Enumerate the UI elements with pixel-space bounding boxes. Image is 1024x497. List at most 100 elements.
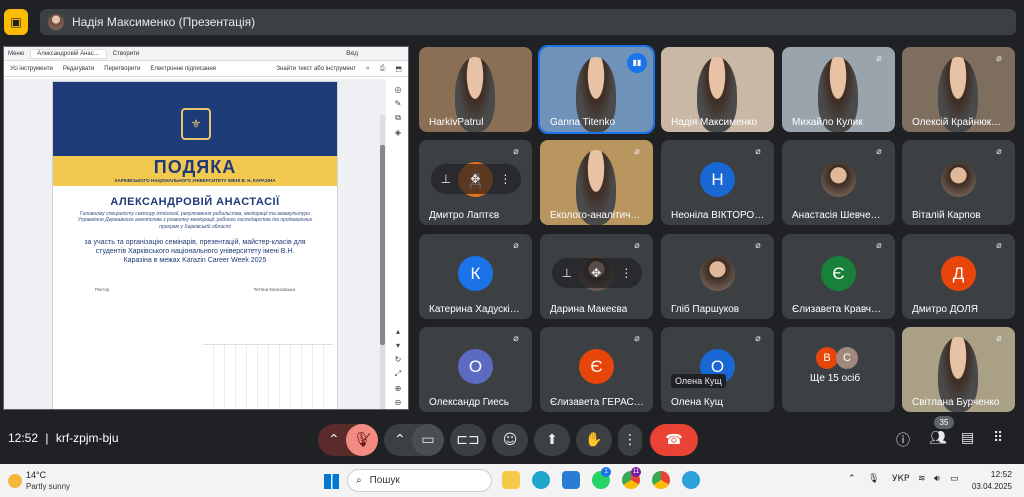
participant-tile[interactable]: ⌀ Анастасія Шевче… xyxy=(782,140,895,225)
presenting-icon[interactable]: ▣ xyxy=(4,9,28,35)
taskbar-date[interactable]: 03.04.2025 xyxy=(962,482,1012,491)
weather-icon[interactable] xyxy=(8,474,22,488)
pdf-tool-all[interactable]: Усі інструменти xyxy=(10,66,53,72)
participant-name: Гліб Паршуков xyxy=(671,304,740,315)
chrome-active-icon[interactable] xyxy=(652,471,670,489)
chat-icon[interactable]: ▤ xyxy=(961,430,974,446)
participant-tile[interactable]: Н ⌀ Неоніла ВІКТОРО… xyxy=(661,140,774,225)
edge-icon[interactable] xyxy=(532,471,550,489)
participant-name: Олександр Гиесь xyxy=(429,397,510,408)
participant-avatar: Є xyxy=(579,349,614,384)
rail-ai-icon[interactable]: ◎ xyxy=(395,85,402,94)
mic-muted-button[interactable]: 🎙︎̸ xyxy=(346,424,378,456)
zoom-out-icon[interactable]: ⊖ xyxy=(395,398,402,407)
participant-tile[interactable]: ⌀ Олексій Крайнюк… xyxy=(902,47,1015,132)
unpin-icon[interactable]: ✥ xyxy=(470,172,480,186)
participant-tile[interactable]: ▮▮ Ganna Titenko xyxy=(538,45,655,134)
raise-hand-button[interactable]: ✋ xyxy=(576,424,612,456)
participant-tile[interactable]: ⌀ Еколого-аналітич… xyxy=(540,140,653,225)
microphone-tray-icon[interactable]: 🎙︎ xyxy=(868,474,879,484)
telegram-icon[interactable] xyxy=(682,471,700,489)
present-screen-button[interactable]: ⬆ xyxy=(534,424,570,456)
info-icon[interactable]: ⓘ xyxy=(896,430,910,450)
tray-chevron-icon[interactable]: ⌃ xyxy=(848,474,856,484)
participant-tile[interactable]: В С Ще 15 осіб xyxy=(782,327,895,412)
keyboard-language[interactable]: УКР xyxy=(892,474,909,484)
save-icon[interactable]: ⬒ xyxy=(395,65,402,73)
participant-tile[interactable]: О ⌀ Олександр Гиесь xyxy=(419,327,532,412)
print-icon[interactable]: ⎙ xyxy=(380,64,386,73)
pdf-tool-convert[interactable]: Перетворити xyxy=(104,66,140,72)
wifi-icon[interactable]: ≋ xyxy=(918,474,926,484)
participant-tile[interactable]: HarkivPatrul xyxy=(419,47,532,132)
windows-start-icon[interactable] xyxy=(324,474,339,489)
rail-rotate-icon[interactable]: ↻ xyxy=(395,355,402,364)
rail-layers-icon[interactable]: ◈ xyxy=(395,128,401,137)
participant-tile[interactable]: К ⌀ Катерина Хадускі… xyxy=(419,234,532,319)
file-explorer-icon[interactable] xyxy=(502,471,520,489)
participant-tile[interactable]: ⌀ Михайло Кулик xyxy=(782,47,895,132)
pdf-tab[interactable]: Александровій Анас… xyxy=(30,48,107,59)
pdf-scrollbar[interactable] xyxy=(380,115,385,409)
rail-fit-icon[interactable]: ⤢ xyxy=(395,369,401,379)
more-options-button[interactable]: ⋮ xyxy=(618,424,642,456)
weather-temperature[interactable]: 14°C xyxy=(26,470,46,480)
emoji-button[interactable]: ☺ xyxy=(492,424,528,456)
participant-tile[interactable]: Є ⌀ Єлизавета ГЕРАС… xyxy=(540,327,653,412)
participant-name: Катерина Хадускі… xyxy=(429,304,520,315)
rail-pages-icon[interactable]: ⧉ xyxy=(395,113,401,123)
participant-tile[interactable]: Д ⌀ Дмитро ДОЛЯ xyxy=(902,234,1015,319)
pdf-scroll-thumb[interactable] xyxy=(380,145,385,345)
pdf-tool-edit[interactable]: Редагувати xyxy=(63,66,94,72)
presentation-banner[interactable]: Надія Максименко (Презентація) xyxy=(40,9,1016,35)
pdf-new-tab[interactable]: Створити xyxy=(113,51,139,57)
store-icon[interactable] xyxy=(562,471,580,489)
rail-page-up-icon[interactable]: ▴ xyxy=(396,327,400,336)
rail-page-down-icon[interactable]: ▾ xyxy=(396,341,400,350)
mic-off-icon: ⌀ xyxy=(996,241,1002,251)
camera-icon[interactable]: ▭ xyxy=(412,424,444,456)
shared-screen: Меню Александровій Анас… Створити Вхід У… xyxy=(3,46,409,410)
participant-avatar: К xyxy=(458,256,493,291)
pdf-search[interactable]: Знайти текст або інструмент xyxy=(276,66,355,72)
participant-name: Михайло Кулик xyxy=(792,117,863,128)
participant-tile[interactable]: Д⊥✥⋮⌀Дмитро Лаптєв xyxy=(419,140,532,225)
participant-name: Олена Кущ xyxy=(671,397,723,408)
participant-tile[interactable]: ⊥ ✥ ⋮ ⌀ Дарина Макеєва xyxy=(540,234,653,319)
pdf-menu[interactable]: Меню xyxy=(8,51,24,57)
mic-off-icon: ⌀ xyxy=(634,147,640,157)
participant-tile[interactable]: Надія Максименко xyxy=(661,47,774,132)
battery-icon[interactable]: ▭ xyxy=(950,474,959,484)
unpin-icon[interactable]: ✥ xyxy=(591,266,601,280)
pdf-signin[interactable]: Вхід xyxy=(346,51,358,57)
captions-button[interactable]: ⊏⊐ xyxy=(450,424,486,456)
search-icon[interactable]: ⌕ xyxy=(366,64,370,73)
participant-tile[interactable]: ⌀ Гліб Паршуков xyxy=(661,234,774,319)
weather-description[interactable]: Partly sunny xyxy=(26,482,70,491)
rail-comment-icon[interactable]: ✎ xyxy=(395,99,402,108)
mic-off-icon: ⌀ xyxy=(513,147,519,157)
participant-tile[interactable]: Є ⌀ Єлизавета Кравч… xyxy=(782,234,895,319)
pin-icon[interactable]: ⊥ xyxy=(562,266,572,280)
mic-off-icon: ⌀ xyxy=(634,334,640,344)
participant-tile[interactable]: О ⌀ Олена Кущ xyxy=(661,327,774,412)
search-icon: ⌕ xyxy=(356,475,362,486)
volume-icon[interactable]: 🔊︎ xyxy=(934,474,940,484)
participant-tile[interactable]: ⌀ Віталій Карпов xyxy=(902,140,1015,225)
zoom-in-icon[interactable]: ⊕ xyxy=(395,384,402,393)
pdf-tool-sign[interactable]: Електронне підписання xyxy=(150,66,215,72)
activities-icon[interactable]: ⠿ xyxy=(993,430,1003,446)
tile-more-icon[interactable]: ⋮ xyxy=(499,172,511,186)
taskbar-search[interactable]: ⌕ Пошук xyxy=(347,469,492,492)
certificate-university: ХАРКІВСЬКОГО НАЦІОНАЛЬНОГО УНІВЕРСИТЕТУ … xyxy=(114,178,276,183)
participant-tile[interactable]: ⌀ Світлана Бурченко xyxy=(902,327,1015,412)
mic-off-icon: ⌀ xyxy=(996,54,1002,64)
taskbar-time[interactable]: 12:52 xyxy=(962,469,1012,479)
tile-more-icon[interactable]: ⋮ xyxy=(620,266,632,280)
pin-icon[interactable]: ⊥ xyxy=(441,172,451,186)
people-icon[interactable]: 👥︎ xyxy=(929,430,947,446)
participant-name: Еколого-аналітич… xyxy=(550,210,641,221)
tile-hover-controls: ⊥ ✥ ⋮ xyxy=(552,258,642,288)
certificate-description: Головному спеціалісту сектору іхтіології… xyxy=(77,211,313,230)
hangup-button[interactable]: ☎ xyxy=(650,424,698,456)
